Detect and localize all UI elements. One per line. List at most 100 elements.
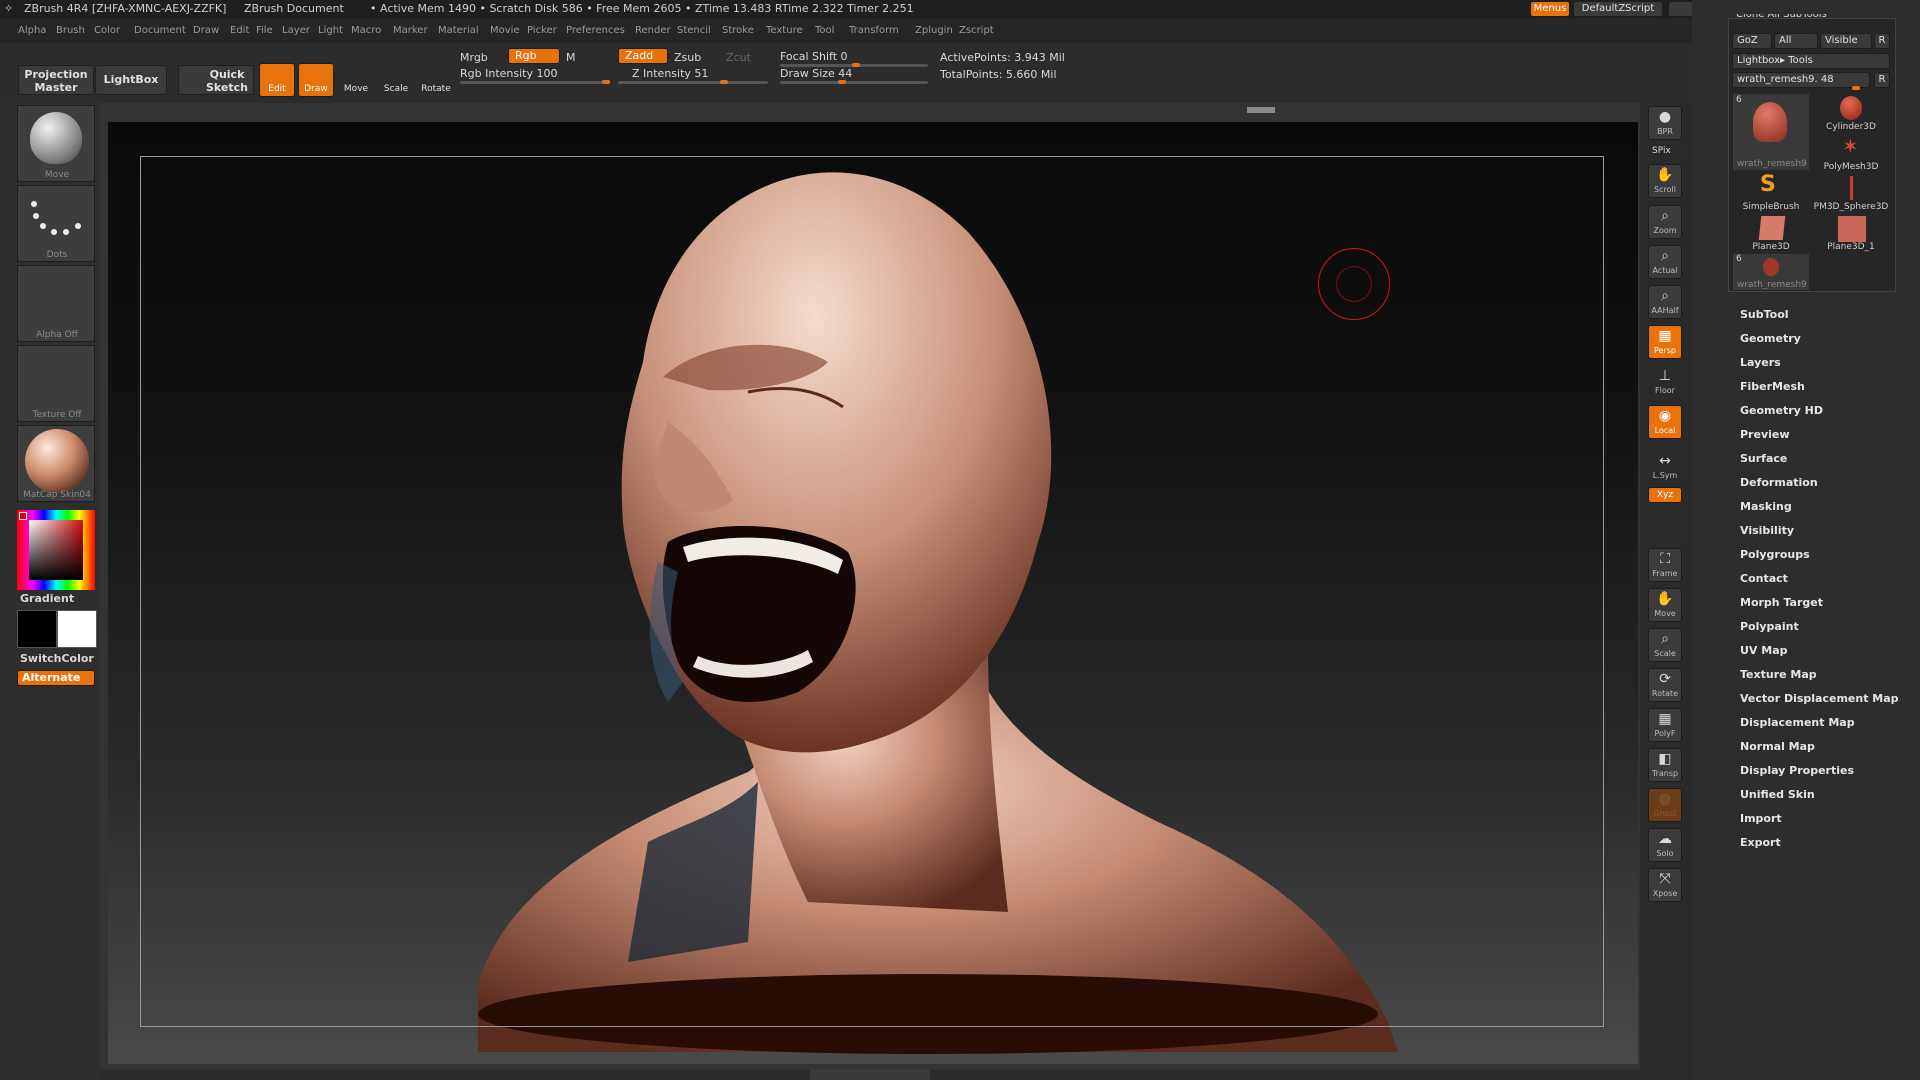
gradient-toggle[interactable]: Gradient (20, 592, 74, 605)
xyz-button[interactable]: Xyz (1648, 487, 1682, 503)
tool-tile-pm3d-sphere3d[interactable]: PM3D_Sphere3D (1812, 176, 1890, 216)
menu-material[interactable]: Material (438, 25, 479, 36)
rgb-toggle[interactable]: Rgb (508, 48, 560, 64)
material-selector[interactable]: MatCap Skin04 (17, 425, 95, 502)
persp-button[interactable]: ▦ Persp (1648, 325, 1682, 359)
section-normal-map[interactable]: Normal Map (1740, 740, 1815, 753)
alternate-toggle[interactable]: Alternate (17, 670, 95, 686)
focal-shift-slider[interactable]: Focal Shift 0 (780, 50, 848, 63)
horizontal-scrollbar[interactable] (1247, 107, 1275, 113)
z-intensity-knob[interactable] (720, 80, 728, 84)
menu-marker[interactable]: Marker (393, 25, 428, 36)
draw-size-knob[interactable] (838, 80, 846, 84)
tool-r-button[interactable]: R (1874, 72, 1890, 88)
lightbox-button[interactable]: LightBox (95, 65, 167, 95)
menu-zscript[interactable]: Zscript (959, 25, 994, 36)
section-fibermesh[interactable]: FiberMesh (1740, 380, 1805, 393)
draw-size-track[interactable] (780, 81, 928, 84)
menu-render[interactable]: Render (635, 25, 671, 36)
zsub-toggle[interactable]: Zsub (674, 51, 701, 64)
menu-brush[interactable]: Brush (56, 25, 85, 36)
ghost-button[interactable]: ◍ Ghost (1648, 788, 1682, 822)
zoom-button[interactable]: ⌕ Zoom (1648, 205, 1682, 239)
menu-draw[interactable]: Draw (193, 25, 219, 36)
tool-tile-plane3d-1[interactable]: Plane3D_1 (1812, 216, 1890, 256)
section-texture-map[interactable]: Texture Map (1740, 668, 1817, 681)
color-saturation-square[interactable] (29, 520, 83, 580)
rotate-mode-button[interactable]: Rotate (418, 63, 454, 97)
move-mode-button[interactable]: Move (338, 63, 374, 97)
menu-transform[interactable]: Transform (849, 25, 899, 36)
menu-preferences[interactable]: Preferences (566, 25, 625, 36)
quick-sketch-button[interactable]: Quick Sketch (178, 65, 254, 95)
section-masking[interactable]: Masking (1740, 500, 1792, 513)
section-import[interactable]: Import (1740, 812, 1782, 825)
menu-picker[interactable]: Picker (527, 25, 557, 36)
goz-button[interactable]: GoZ (1732, 33, 1772, 49)
zcut-toggle[interactable]: Zcut (726, 51, 751, 64)
tool-tile-wrath-remesh9[interactable]: 6 wrath_remesh9 (1733, 94, 1809, 170)
scale-mode-button[interactable]: Scale (378, 63, 414, 97)
menu-file[interactable]: File (256, 25, 273, 36)
menu-movie[interactable]: Movie (490, 25, 520, 36)
frame-button[interactable]: ⛶ Frame (1648, 548, 1682, 582)
edit-mode-button[interactable]: Edit (259, 63, 295, 97)
section-export[interactable]: Export (1740, 836, 1781, 849)
scroll-button[interactable]: ✋ Scroll (1648, 164, 1682, 198)
tool-tile-cylinder3d[interactable]: Cylinder3D (1812, 96, 1890, 136)
goz-all-button[interactable]: All (1774, 33, 1818, 49)
section-visibility[interactable]: Visibility (1740, 524, 1794, 537)
section-surface[interactable]: Surface (1740, 452, 1787, 465)
brush-selector[interactable]: Move (17, 105, 95, 182)
m-toggle[interactable]: M (566, 51, 576, 64)
section-vector-displacement-map[interactable]: Vector Displacement Map (1740, 692, 1899, 705)
default-zscript-button[interactable]: DefaultZScript (1573, 1, 1663, 17)
lightbox-tools-button[interactable]: Lightbox▸ Tools (1732, 53, 1890, 69)
spix-slider[interactable]: SPix (1652, 146, 1671, 156)
rgb-intensity-knob[interactable] (602, 80, 610, 84)
solo-button[interactable]: ☁ Solo (1648, 828, 1682, 862)
clone-all-subtools-button[interactable]: Clone All SubTools (1736, 14, 1827, 23)
zadd-toggle[interactable]: Zadd (618, 48, 668, 64)
section-displacement-map[interactable]: Displacement Map (1740, 716, 1855, 729)
secondary-color-swatch[interactable] (17, 610, 57, 648)
section-layers[interactable]: Layers (1740, 356, 1781, 369)
section-display-properties[interactable]: Display Properties (1740, 764, 1854, 777)
bpr-button[interactable]: ● BPR (1648, 106, 1682, 140)
section-subtool[interactable]: SubTool (1740, 308, 1789, 321)
tool-tile-plane3d[interactable]: Plane3D (1732, 216, 1810, 256)
section-polygroups[interactable]: Polygroups (1740, 548, 1810, 561)
rgb-intensity-track[interactable] (460, 81, 610, 84)
current-tool-slider[interactable]: wrath_remesh9. 48 (1732, 72, 1870, 88)
z-intensity-slider[interactable]: Z Intensity 51 (632, 67, 708, 80)
section-geometry-hd[interactable]: Geometry HD (1740, 404, 1823, 417)
menu-zplugin[interactable]: Zplugin (915, 25, 953, 36)
section-deformation[interactable]: Deformation (1740, 476, 1818, 489)
aahalf-button[interactable]: ⌕ AAHalf (1648, 285, 1682, 319)
goz-visible-button[interactable]: Visible (1820, 33, 1872, 49)
menu-stroke[interactable]: Stroke (722, 25, 754, 36)
z-intensity-track[interactable] (618, 81, 768, 84)
menu-color[interactable]: Color (94, 25, 120, 36)
lsym-button[interactable]: ↔ L.Sym (1648, 450, 1682, 484)
menu-light[interactable]: Light (318, 25, 343, 36)
goz-r-button[interactable]: R (1874, 33, 1890, 49)
current-tool-knob[interactable] (1852, 86, 1860, 90)
rotate-view-button[interactable]: ⟳ Rotate (1648, 668, 1682, 702)
switch-color-button[interactable]: SwitchColor (20, 652, 94, 665)
local-button[interactable]: ◉ Local (1648, 405, 1682, 439)
section-uv-map[interactable]: UV Map (1740, 644, 1788, 657)
menu-alpha[interactable]: Alpha (18, 25, 46, 36)
color-picker[interactable] (17, 510, 95, 590)
draw-mode-button[interactable]: Draw (298, 63, 334, 97)
focal-shift-knob[interactable] (852, 63, 860, 67)
menus-button[interactable]: Menus (1530, 1, 1570, 17)
menu-layer[interactable]: Layer (282, 25, 310, 36)
section-preview[interactable]: Preview (1740, 428, 1790, 441)
rgb-intensity-slider[interactable]: Rgb Intensity 100 (460, 67, 557, 80)
alpha-selector[interactable]: Alpha Off (17, 265, 95, 342)
section-polypaint[interactable]: Polypaint (1740, 620, 1799, 633)
tool-tile-polymesh3d[interactable]: ✶ PolyMesh3D (1812, 134, 1890, 176)
menu-document[interactable]: Document (134, 25, 186, 36)
xpose-button[interactable]: ⤧ Xpose (1648, 868, 1682, 902)
